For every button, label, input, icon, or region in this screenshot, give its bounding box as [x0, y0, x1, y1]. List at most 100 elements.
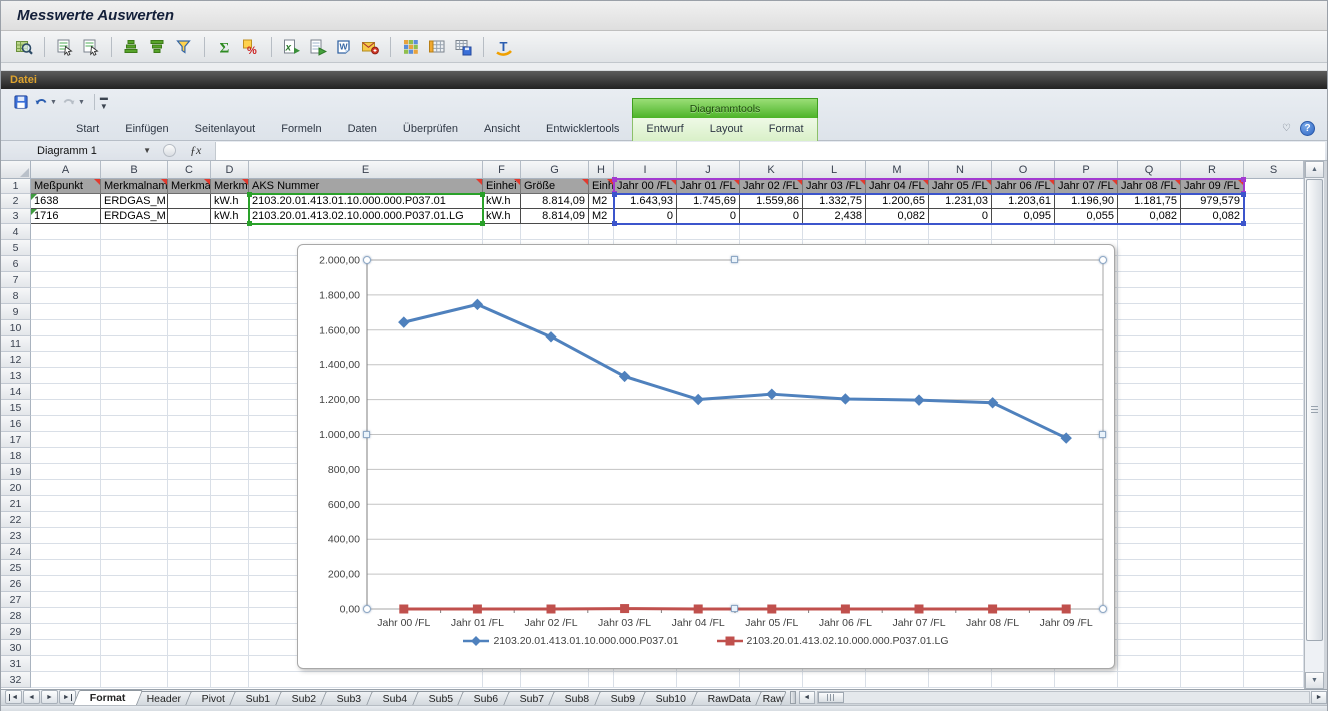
cell-Q2[interactable]: 1.181,75	[1118, 194, 1181, 209]
cell-A32[interactable]	[31, 672, 101, 688]
cell-B6[interactable]	[101, 256, 168, 272]
row-header-9[interactable]: 9	[1, 304, 31, 320]
cell-F3[interactable]: kW.h	[483, 209, 521, 224]
row-header-27[interactable]: 27	[1, 592, 31, 608]
cell-B24[interactable]	[101, 544, 168, 560]
cell-A18[interactable]	[31, 448, 101, 464]
cell-R21[interactable]	[1181, 496, 1244, 512]
cell-K1[interactable]: Jahr 02 /FL	[740, 179, 803, 194]
cell-L2[interactable]: 1.332,75	[803, 194, 866, 209]
cell-C11[interactable]	[168, 336, 211, 352]
cell-S16[interactable]	[1244, 416, 1304, 432]
cell-S24[interactable]	[1244, 544, 1304, 560]
cell-C30[interactable]	[168, 640, 211, 656]
cell-B16[interactable]	[101, 416, 168, 432]
cell-C32[interactable]	[168, 672, 211, 688]
cell-D9[interactable]	[211, 304, 249, 320]
sort-descending-icon[interactable]	[147, 36, 169, 58]
cell-F32[interactable]	[483, 672, 521, 688]
sort-ascending-icon[interactable]	[121, 36, 143, 58]
cell-A27[interactable]	[31, 592, 101, 608]
row-header-19[interactable]: 19	[1, 464, 31, 480]
cell-Q6[interactable]	[1118, 256, 1181, 272]
cell-Q20[interactable]	[1118, 480, 1181, 496]
cell-C10[interactable]	[168, 320, 211, 336]
cell-C3[interactable]	[168, 209, 211, 224]
cell-A11[interactable]	[31, 336, 101, 352]
save-layout-icon[interactable]	[452, 36, 474, 58]
cell-D26[interactable]	[211, 576, 249, 592]
cell-S12[interactable]	[1244, 352, 1304, 368]
chart-selection-handle[interactable]	[731, 605, 738, 612]
cell-D14[interactable]	[211, 384, 249, 400]
cell-A4[interactable]	[31, 224, 101, 240]
cell-B28[interactable]	[101, 608, 168, 624]
redo-dropdown-icon[interactable]: ▼	[78, 99, 85, 106]
cell-R14[interactable]	[1181, 384, 1244, 400]
cell-D20[interactable]	[211, 480, 249, 496]
copy-cells-icon[interactable]	[54, 36, 76, 58]
cell-B22[interactable]	[101, 512, 168, 528]
column-header-Q[interactable]: Q	[1118, 161, 1181, 179]
cell-B10[interactable]	[101, 320, 168, 336]
cell-D1[interactable]: Merkm	[211, 179, 249, 194]
cell-N3[interactable]: 0	[929, 209, 992, 224]
ribbon-tab-überprüfen[interactable]: Überprüfen	[390, 118, 471, 141]
cell-G4[interactable]	[521, 224, 589, 240]
column-header-G[interactable]: G	[521, 161, 589, 179]
cell-R28[interactable]	[1181, 608, 1244, 624]
cell-S9[interactable]	[1244, 304, 1304, 320]
cell-B15[interactable]	[101, 400, 168, 416]
cell-S18[interactable]	[1244, 448, 1304, 464]
column-header-J[interactable]: J	[677, 161, 740, 179]
row-header-6[interactable]: 6	[1, 256, 31, 272]
cell-B32[interactable]	[101, 672, 168, 688]
cell-C24[interactable]	[168, 544, 211, 560]
cell-A13[interactable]	[31, 368, 101, 384]
cell-S31[interactable]	[1244, 656, 1304, 672]
cell-D8[interactable]	[211, 288, 249, 304]
sheet-tab-raw[interactable]: Raw	[755, 691, 787, 705]
row-header-17[interactable]: 17	[1, 432, 31, 448]
cell-Q23[interactable]	[1118, 528, 1181, 544]
ribbon-tab-ansicht[interactable]: Ansicht	[471, 118, 533, 141]
cell-Q12[interactable]	[1118, 352, 1181, 368]
cell-Q31[interactable]	[1118, 656, 1181, 672]
cell-H32[interactable]	[589, 672, 614, 688]
cell-A17[interactable]	[31, 432, 101, 448]
row-header-8[interactable]: 8	[1, 288, 31, 304]
save-button[interactable]	[13, 94, 29, 110]
cell-D31[interactable]	[211, 656, 249, 672]
chart-selection-handle[interactable]	[363, 256, 371, 264]
cell-A30[interactable]	[31, 640, 101, 656]
percentage-icon[interactable]: %	[240, 36, 262, 58]
cell-Q11[interactable]	[1118, 336, 1181, 352]
row-header-22[interactable]: 22	[1, 512, 31, 528]
word-export-icon[interactable]: W	[333, 36, 355, 58]
cell-F1[interactable]: Einhei	[483, 179, 521, 194]
cell-R4[interactable]	[1181, 224, 1244, 240]
cell-S22[interactable]	[1244, 512, 1304, 528]
undo-dropdown-icon[interactable]: ▼	[50, 99, 57, 106]
cell-E32[interactable]	[249, 672, 483, 688]
cell-C5[interactable]	[168, 240, 211, 256]
row-header-28[interactable]: 28	[1, 608, 31, 624]
cell-E3[interactable]: 2103.20.01.413.02.10.000.000.P037.01.LG	[249, 209, 483, 224]
column-header-M[interactable]: M	[866, 161, 929, 179]
cell-E2[interactable]: 2103.20.01.413.01.10.000.000.P037.01	[249, 194, 483, 209]
cell-C8[interactable]	[168, 288, 211, 304]
cell-A31[interactable]	[31, 656, 101, 672]
cell-A23[interactable]	[31, 528, 101, 544]
cell-I3[interactable]: 0	[614, 209, 677, 224]
column-header-I[interactable]: I	[614, 161, 677, 179]
grid-layout-icon[interactable]	[400, 36, 422, 58]
row-header-5[interactable]: 5	[1, 240, 31, 256]
cell-B17[interactable]	[101, 432, 168, 448]
cell-D4[interactable]	[211, 224, 249, 240]
cell-B1[interactable]: Merkmalnam	[101, 179, 168, 194]
cell-D6[interactable]	[211, 256, 249, 272]
cell-A25[interactable]	[31, 560, 101, 576]
column-header-R[interactable]: R	[1181, 161, 1244, 179]
cell-B21[interactable]	[101, 496, 168, 512]
cell-A29[interactable]	[31, 624, 101, 640]
